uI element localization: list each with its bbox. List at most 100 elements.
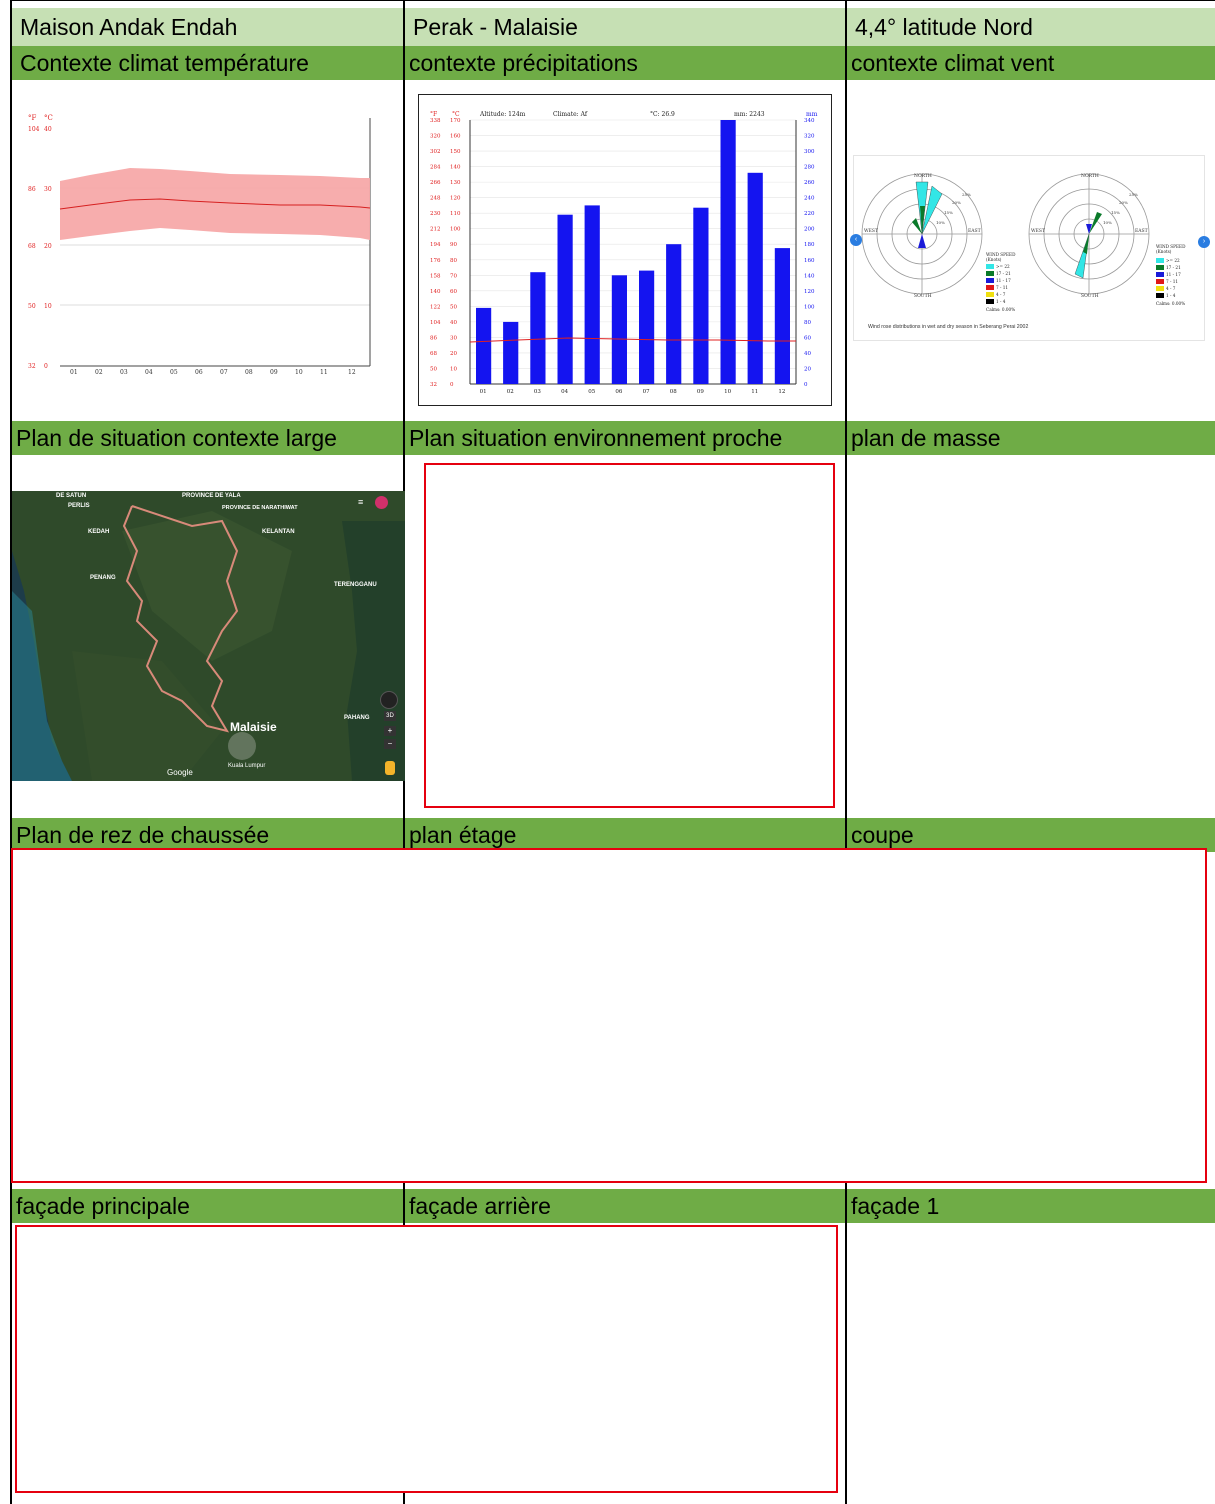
header-precipitation: contexte précipitations <box>405 46 845 80</box>
header-situation-proche: Plan situation environnement proche <box>405 421 845 455</box>
precip-mm-tick: 160 <box>804 258 815 264</box>
precip-c-tick: 20 <box>450 351 457 357</box>
map-city-blob <box>228 732 256 760</box>
map-label: KEDAH <box>88 529 109 535</box>
precip-f-tick: 68 <box>430 351 437 357</box>
wind-legend-label: 11 - 17 <box>1166 272 1181 277</box>
precip-c-tick: 110 <box>450 211 461 217</box>
temp-f-tick: 104 <box>28 126 40 133</box>
precip-bar <box>639 270 655 384</box>
header-facade-1: façade 1 <box>847 1189 1215 1223</box>
precip-mm-tick: 260 <box>804 180 815 186</box>
precip-bar <box>584 205 600 384</box>
title-cell-project: Maison Andak Endah <box>12 8 403 46</box>
temp-c-tick: 0 <box>44 363 48 370</box>
header-facade-arriere: façade arrière <box>405 1189 845 1223</box>
map-label: Malaisie <box>230 720 277 734</box>
map-pegman-icon[interactable] <box>385 761 395 775</box>
placeholder-situation-proche <box>424 463 835 808</box>
temp-f-tick: 68 <box>28 243 36 250</box>
precip-bar <box>693 207 709 384</box>
precip-mm-tick: 340 <box>804 118 815 124</box>
precip-month-tick: 02 <box>507 389 514 395</box>
precip-f-tick: 104 <box>430 320 441 326</box>
map-label: PAHANG <box>344 715 370 721</box>
precipitation-chart: °F °C Altitude: 124m Climate: Af °C: 26.… <box>418 94 832 406</box>
precip-month-tick: 04 <box>561 389 568 395</box>
precip-bar <box>666 244 682 384</box>
header-plan-masse: plan de masse <box>847 421 1215 455</box>
wind-caption: Wind rose distributions in wet and dry s… <box>868 324 1028 330</box>
wind-next-button[interactable]: › <box>1198 236 1210 248</box>
wind-label-west: WEST <box>864 228 878 234</box>
precip-mm-tick: 80 <box>804 320 811 326</box>
temp-month-tick: 05 <box>170 369 178 376</box>
wind-label-south: SOUTH <box>914 293 932 299</box>
precip-f-tick: 248 <box>430 196 441 202</box>
wind-legend-label: 17 - 21 <box>996 271 1011 276</box>
precip-f-tick: 302 <box>430 149 441 155</box>
header-situation-large: Plan de situation contexte large <box>12 421 403 455</box>
temp-c-tick: 10 <box>44 303 52 310</box>
map-zoom-out-button[interactable]: − <box>384 739 396 749</box>
wind-legend-dry: WIND SPEED (Knots) >= 22 17 - 21 11 - 17… <box>1156 244 1186 306</box>
wind-label-east: EAST <box>968 228 981 234</box>
map-compass-button[interactable] <box>380 691 398 709</box>
precip-altitude: Altitude: 124m <box>479 111 526 118</box>
precip-avg-temp: °C: 26.9 <box>650 111 675 118</box>
precip-climate: Climate: Af <box>553 111 588 118</box>
precip-mm-unit: mm <box>806 111 818 118</box>
satellite-map[interactable]: DE SATUN PERLIS PROVINCE DE YALA PROVINC… <box>12 491 405 781</box>
map-label: PENANG <box>90 575 116 581</box>
wind-legend-unit: (Knots) <box>1156 249 1172 254</box>
precip-mm-tick: 240 <box>804 196 815 202</box>
wind-label-west: WEST <box>1031 228 1045 234</box>
precip-c-tick: 70 <box>450 273 457 279</box>
wind-label-east: EAST <box>1135 228 1148 234</box>
wind-legend-label: 7 - 11 <box>1166 279 1178 284</box>
map-menu-icon[interactable]: ≡ <box>358 497 368 507</box>
precip-annual-mm: mm: 2243 <box>734 111 765 118</box>
wind-prev-button[interactable]: ‹ <box>850 234 862 246</box>
title-cell-location: Perak - Malaisie <box>405 8 845 46</box>
temp-month-tick: 04 <box>145 369 153 376</box>
temp-month-tick: 06 <box>195 369 203 376</box>
map-label: DE SATUN <box>56 493 86 499</box>
temp-month-tick: 09 <box>270 369 278 376</box>
precip-f-tick: 338 <box>430 118 441 124</box>
wind-legend-swatch <box>1156 258 1164 263</box>
wind-label-north: NORTH <box>914 173 932 179</box>
satellite-map-graphic: DE SATUN PERLIS PROVINCE DE YALA PROVINC… <box>12 491 405 781</box>
grid-line-top <box>10 0 1215 1</box>
precip-c-tick: 120 <box>450 196 461 202</box>
precip-f-tick: 86 <box>430 335 437 341</box>
wind-legend-wet: WIND SPEED (Knots) >= 22 17 - 21 11 - 17… <box>986 252 1016 312</box>
wind-petal <box>1089 212 1102 234</box>
wind-legend-label: 4 - 7 <box>996 292 1006 297</box>
wind-legend-calms: Calms: 0.00% <box>986 307 1015 312</box>
header-facade-principale: façade principale <box>12 1189 403 1223</box>
precip-month-tick: 12 <box>778 389 785 395</box>
map-profile-avatar[interactable] <box>375 496 388 509</box>
precip-c-unit: °C <box>452 111 460 118</box>
wind-legend-label: 1 - 4 <box>1166 293 1176 298</box>
temp-f-unit: °F <box>28 114 37 122</box>
temp-f-tick: 32 <box>28 363 36 370</box>
precip-f-tick: 230 <box>430 211 441 217</box>
map-label: PERLIS <box>68 503 90 509</box>
precip-month-tick: 01 <box>480 389 487 395</box>
wind-label-north: NORTH <box>1081 173 1099 179</box>
temp-range-band <box>60 168 370 240</box>
wind-legend-unit: (Knots) <box>986 257 1002 262</box>
precip-f-tick: 140 <box>430 289 441 295</box>
title-cell-latitude: 4,4° latitude Nord <box>847 8 1215 46</box>
precip-f-tick: 32 <box>430 382 437 388</box>
map-zoom-in-button[interactable]: + <box>384 726 396 736</box>
precip-bar <box>611 275 627 384</box>
temp-month-tick: 08 <box>245 369 253 376</box>
precip-month-tick: 11 <box>751 389 758 395</box>
map-label: TERENGGANU <box>334 582 377 588</box>
temp-month-tick: 02 <box>95 369 103 376</box>
map-3d-button[interactable]: 3D <box>384 711 396 721</box>
precip-c-tick: 30 <box>450 335 457 341</box>
